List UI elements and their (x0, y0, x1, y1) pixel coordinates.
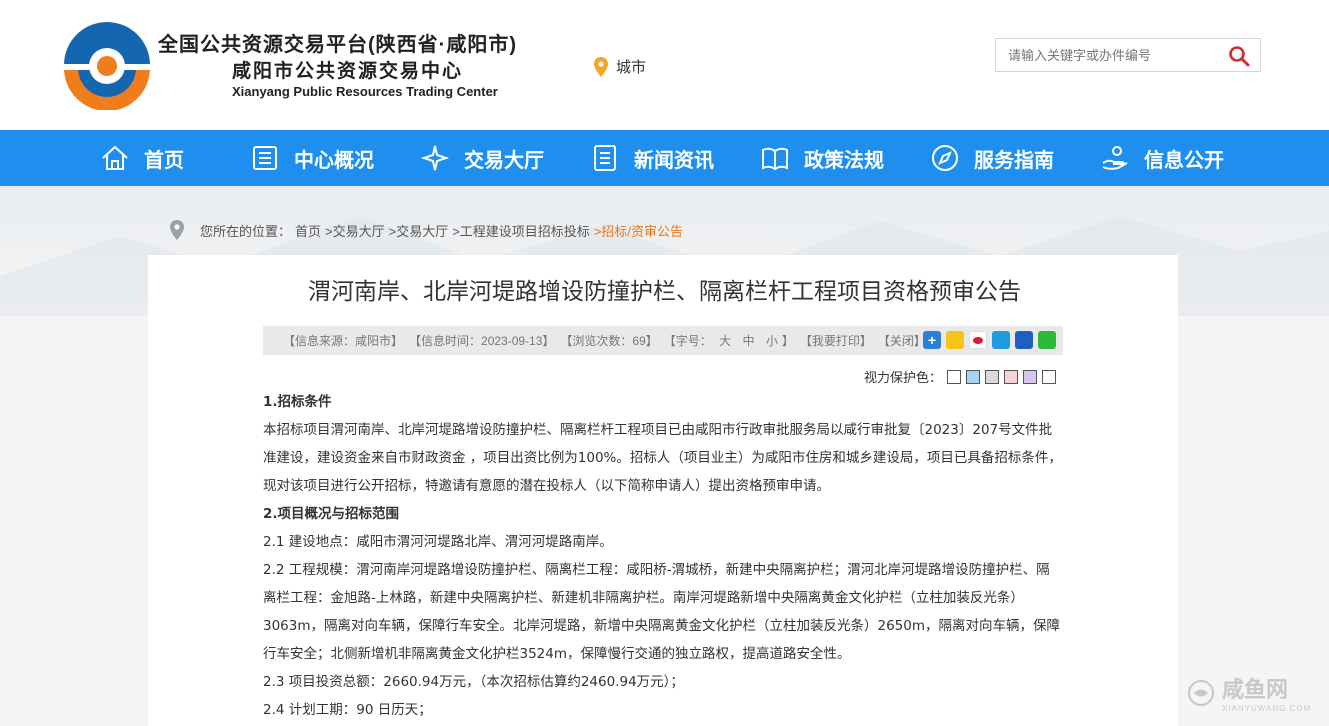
vision-label: 视力保护色： (864, 370, 943, 385)
article-paragraph: 2.1 建设地点：咸阳市渭河河堤路北岸、渭河河堤路南岸。 (263, 534, 613, 550)
search-input[interactable] (996, 39, 1218, 71)
close-button[interactable]: 【关闭】 (878, 332, 926, 349)
share-more-icon[interactable]: + (923, 331, 941, 349)
location-pin-icon (170, 220, 184, 240)
print-button[interactable]: 【我要打印】 (800, 332, 872, 349)
site-logo[interactable] (60, 20, 154, 110)
watermark-subtext: XIANYUWANG.COM (1222, 704, 1312, 713)
meta-time: 【信息时间：2023-09-13】 (409, 334, 555, 348)
search-box (995, 38, 1261, 72)
site-english-name: Xianyang Public Resources Trading Center (232, 84, 498, 99)
share-qzone-icon[interactable] (946, 331, 964, 349)
nav-item-info-disclosure[interactable]: 信息公开 (1100, 130, 1224, 186)
nav-item-service-guide[interactable]: 服务指南 (930, 130, 1054, 186)
share-icons: + (923, 331, 1056, 349)
section-heading: 2.项目概况与招标范围 (263, 506, 400, 522)
search-icon[interactable] (1228, 45, 1250, 67)
breadcrumb-link-trading-hall[interactable]: >交易大厅 (325, 221, 385, 240)
location-pin-icon (594, 56, 608, 77)
nav-item-news[interactable]: 新闻资讯 (590, 130, 714, 186)
vision-color-blue[interactable] (966, 369, 981, 384)
watermark-text: 咸鱼网 (1222, 677, 1289, 702)
breadcrumb-prefix: 您所在的位置： (200, 223, 292, 239)
site-title: 全国公共资源交易平台(陕西省·咸阳市) (158, 34, 517, 56)
font-large-button[interactable]: 大 (719, 334, 731, 348)
sparkle-icon (420, 145, 450, 171)
share-renren-icon[interactable] (1015, 331, 1033, 349)
meta-views: 【浏览次数：69】 (560, 334, 658, 348)
article-paragraph: 2.4 计划工期：90 日历天； (263, 702, 432, 718)
article-paragraph: 本招标项目渭河南岸、北岸河堤路增设防撞护栏、隔离栏杆工程项目已由咸阳市行政审批服… (263, 422, 1062, 494)
share-weibo-icon[interactable] (969, 331, 987, 349)
article-paragraph: 2.3 项目投资总额：2660.94万元，（本次招标估算约2460.94万元）； (263, 674, 684, 690)
hand-icon (1102, 146, 1128, 170)
article-body: 1.招标条件 本招标项目渭河南岸、北岸河堤路增设防撞护栏、隔离栏杆工程项目已由咸… (263, 388, 1063, 724)
home-icon (102, 145, 128, 170)
meta-source: 【信息来源：咸阳市】 (283, 334, 404, 348)
city-label: 城市 (616, 59, 647, 76)
font-small-button[interactable]: 小 (766, 334, 778, 348)
vision-color-white[interactable] (947, 369, 962, 384)
article-paragraph: 2.2 工程规模：渭河南岸河堤路增设防撞护栏、隔离栏工程：咸阳桥-渭城桥，新建中… (263, 562, 1061, 662)
share-tencent-icon[interactable] (992, 331, 1010, 349)
city-selector[interactable]: 城市 (594, 56, 646, 77)
breadcrumb-link-trading-hall-sub[interactable]: >交易大厅 (389, 221, 449, 240)
breadcrumb-link-current[interactable]: >招标/资审公告 (594, 221, 683, 240)
list-icon (594, 145, 616, 171)
breadcrumb-link-engineering[interactable]: >工程建设项目招标投标 (452, 221, 590, 240)
nav-item-policy[interactable]: 政策法规 (760, 130, 884, 186)
vision-color-pink[interactable] (1004, 369, 1019, 384)
vision-color-purple[interactable] (1023, 369, 1038, 384)
section-heading: 1.招标条件 (263, 394, 332, 410)
font-mid-button[interactable]: 中 (742, 334, 754, 348)
book-icon (762, 147, 788, 171)
nav-item-home[interactable]: 首页 (100, 130, 184, 186)
nav-item-center-overview[interactable]: 中心概况 (250, 130, 374, 186)
compass-icon (932, 145, 958, 171)
vision-color-default[interactable] (1042, 369, 1057, 384)
meta-font-size: 【字号： 大 中 小】 (663, 334, 794, 348)
article-title: 渭河南岸、北岸河堤路增设防撞护栏、隔离栏杆工程项目资格预审公告 (308, 278, 1021, 304)
fish-logo-icon (1188, 679, 1214, 706)
site-subtitle: 咸阳市公共资源交易中心 (232, 61, 464, 82)
main-nav: 首页 中心概况 交易大厅 新闻资讯 政策法规 服务指南 信息公开 (0, 130, 1329, 186)
share-wechat-icon[interactable] (1038, 331, 1056, 349)
breadcrumb-link-home[interactable]: 首页 (295, 221, 321, 240)
nav-item-trading-hall[interactable]: 交易大厅 (420, 130, 544, 186)
document-icon (253, 146, 277, 170)
vision-color-gray[interactable] (985, 369, 1000, 384)
breadcrumb: 您所在的位置： 首页 >交易大厅 >交易大厅 >工程建设项目招标投标 >招标/资… (170, 220, 685, 240)
watermark: 咸鱼网 XIANYUWANG.COM (1186, 672, 1311, 713)
vision-protection: 视力保护色： (864, 367, 1057, 386)
